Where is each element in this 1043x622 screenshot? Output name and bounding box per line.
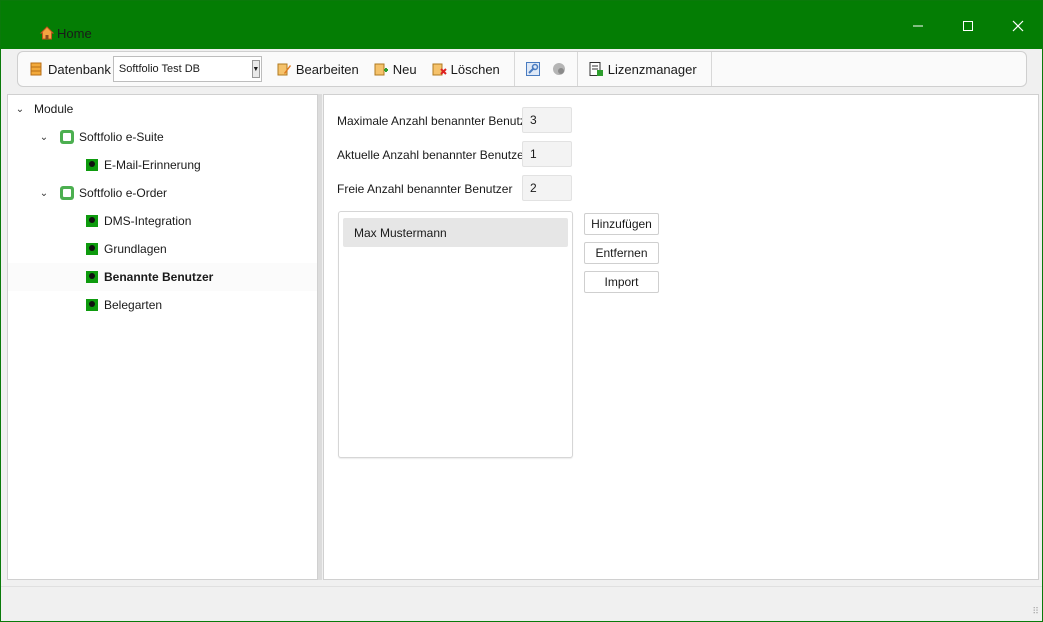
module-gear-icon [86, 159, 98, 171]
edit-button[interactable]: Bearbeiten [276, 61, 359, 77]
delete-button[interactable]: Löschen [431, 61, 500, 77]
close-button[interactable] [1003, 11, 1033, 41]
chevron-down-icon[interactable]: ⌄ [14, 103, 26, 115]
edit-label: Bearbeiten [295, 61, 359, 77]
suite-icon [60, 130, 74, 144]
globe-icon [551, 61, 567, 77]
remove-user-button[interactable]: Entfernen [584, 242, 659, 264]
maximize-button[interactable] [953, 11, 983, 41]
new-icon [373, 61, 389, 77]
tree-node-belegarten[interactable]: Belegarten [8, 291, 317, 319]
tree-node-label: E-Mail-Erinnerung [104, 158, 201, 172]
minimize-button[interactable] [903, 11, 933, 41]
edit-icon [276, 61, 292, 77]
toolbar-separator [513, 52, 515, 86]
chevron-down-icon[interactable]: ⌄ [38, 131, 50, 143]
dropdown-arrow-icon[interactable]: ▼ [251, 60, 260, 78]
tree-node-label: Benannte Benutzer [104, 270, 214, 284]
current-users-field[interactable]: 1 [522, 141, 572, 167]
named-users-panel: Maximale Anzahl benannter Benutzer 3 Akt… [323, 94, 1039, 580]
tree-node-grundlagen[interactable]: Grundlagen [8, 235, 317, 263]
license-label: Lizenzmanager [607, 61, 697, 77]
list-item[interactable]: Max Mustermann [343, 218, 568, 247]
tree-node-e-order[interactable]: ⌄ Softfolio e-Order [8, 179, 317, 207]
close-icon [1012, 20, 1024, 32]
window-title: Home [39, 25, 92, 41]
new-label: Neu [392, 61, 417, 77]
delete-label: Löschen [450, 61, 500, 77]
window-title-text: Home [57, 25, 92, 41]
module-gear-icon [86, 271, 98, 283]
chevron-down-icon[interactable]: ⌄ [38, 187, 50, 199]
max-users-label: Maximale Anzahl benannter Benutzer [337, 114, 537, 128]
license-manager-button[interactable]: Lizenzmanager [588, 61, 697, 77]
status-bar: ⠿ [1, 586, 1042, 621]
tree-node-named-users[interactable]: Benannte Benutzer [8, 263, 317, 291]
minimize-icon [913, 25, 923, 27]
tree-node-label: Softfolio e-Suite [79, 130, 164, 144]
user-list[interactable]: Max Mustermann [338, 211, 573, 458]
database-select[interactable]: Softfolio Test DB ▼ [112, 56, 262, 82]
module-tree-panel: ⌄ Module ⌄ Softfolio e-Suite E-Mail-Erin… [7, 94, 318, 580]
toolbar: Datenbank Softfolio Test DB ▼ Bearbeiten… [17, 51, 1027, 87]
toolbar-separator [576, 52, 578, 86]
home-icon [39, 25, 55, 41]
settings-tool-button[interactable] [525, 61, 541, 77]
toolbar-separator [710, 52, 712, 86]
free-users-label: Freie Anzahl benannter Benutzer [337, 182, 513, 196]
panel-splitter[interactable] [318, 94, 322, 580]
database-icon [28, 61, 44, 77]
tree-node-dms-integration[interactable]: DMS-Integration [8, 207, 317, 235]
tree-node-module[interactable]: ⌄ Module [8, 95, 317, 123]
tree-node-label: DMS-Integration [104, 214, 192, 228]
add-user-button[interactable]: Hinzufügen [584, 213, 659, 235]
database-label: Datenbank [48, 61, 111, 77]
database-select-value: Softfolio Test DB [118, 63, 201, 75]
tree-node-label: Grundlagen [104, 242, 167, 256]
title-bar: Home [1, 1, 1042, 49]
resize-grip-icon[interactable]: ⠿ [1032, 607, 1039, 617]
module-gear-icon [86, 243, 98, 255]
license-icon [588, 61, 604, 77]
module-gear-icon [86, 215, 98, 227]
max-users-field[interactable]: 3 [522, 107, 572, 133]
delete-icon [431, 61, 447, 77]
order-icon [60, 186, 74, 200]
wrench-icon [525, 61, 541, 77]
tree-node-label: Module [34, 102, 74, 116]
tree-node-label: Belegarten [104, 298, 163, 312]
status-tool-button[interactable] [551, 61, 567, 77]
module-gear-icon [86, 299, 98, 311]
current-users-label: Aktuelle Anzahl benannter Benutzer [337, 148, 528, 162]
new-button[interactable]: Neu [373, 61, 417, 77]
tree-node-label: Softfolio e-Order [79, 186, 168, 200]
tree-node-e-suite[interactable]: ⌄ Softfolio e-Suite [8, 123, 317, 151]
app-window: Home Datenbank Softfolio Test DB ▼ Bearb… [0, 0, 1043, 622]
tree-node-email-reminder[interactable]: E-Mail-Erinnerung [8, 151, 317, 179]
import-users-button[interactable]: Import [584, 271, 659, 293]
maximize-icon [963, 21, 973, 31]
free-users-field[interactable]: 2 [522, 175, 572, 201]
database-label-group: Datenbank [28, 61, 111, 77]
